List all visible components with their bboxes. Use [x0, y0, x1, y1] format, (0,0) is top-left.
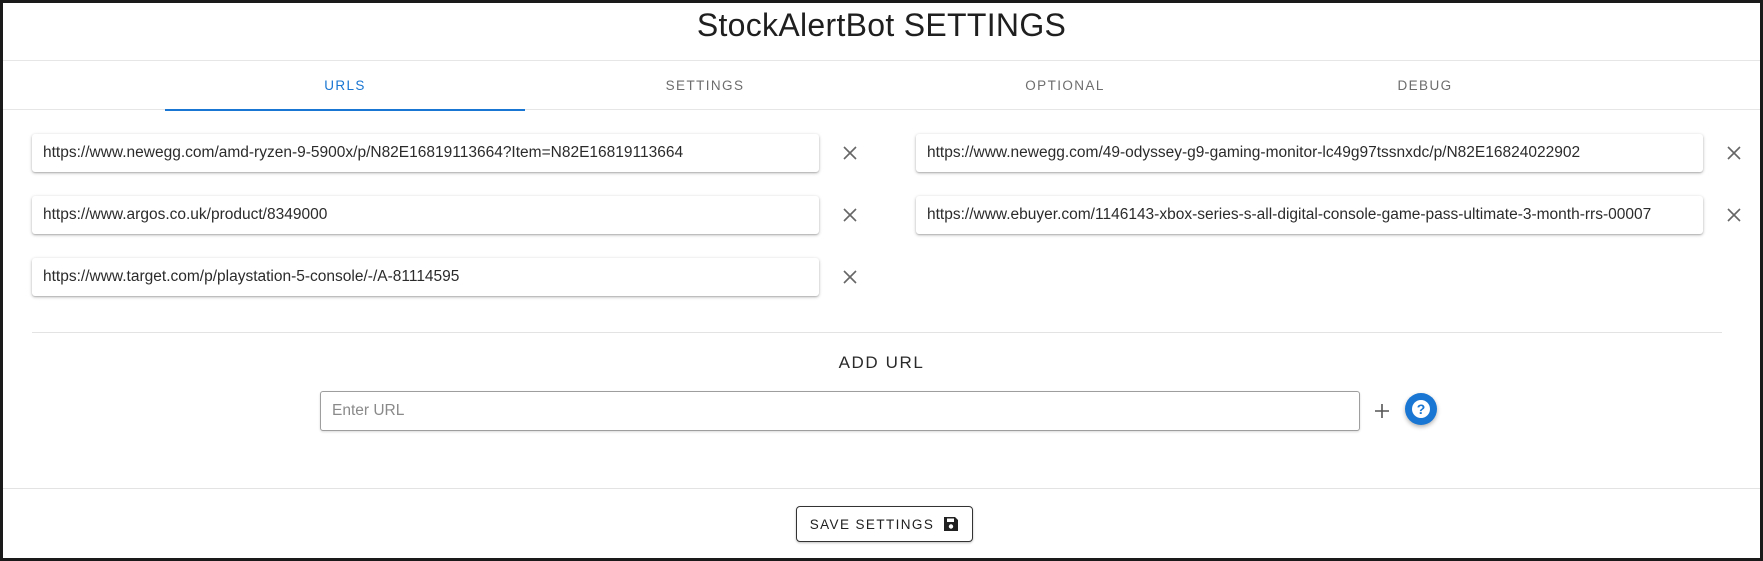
tab-bar: URLS SETTINGS OPTIONAL DEBUG	[3, 60, 1760, 111]
close-icon[interactable]	[840, 267, 860, 287]
tab-debug[interactable]: DEBUG	[1245, 61, 1605, 109]
plus-icon[interactable]	[1370, 399, 1394, 423]
save-settings-button[interactable]: SAVE SETTINGS	[796, 506, 973, 542]
close-icon[interactable]	[840, 143, 860, 163]
url-item-text[interactable]: https://www.newegg.com/49-odyssey-g9-gam…	[916, 134, 1703, 172]
tab-urls[interactable]: URLS	[165, 61, 525, 111]
close-icon[interactable]	[1724, 205, 1744, 225]
url-item-text[interactable]: https://www.target.com/p/playstation-5-c…	[32, 258, 819, 296]
footer-divider	[3, 488, 1760, 489]
url-item-text[interactable]: https://www.argos.co.uk/product/8349000	[32, 196, 819, 234]
tab-settings[interactable]: SETTINGS	[525, 61, 885, 109]
page-title: StockAlertBot SETTINGS	[696, 7, 1067, 43]
tab-optional[interactable]: OPTIONAL	[885, 61, 1245, 109]
close-icon[interactable]	[1724, 143, 1744, 163]
floppy-disk-icon	[944, 517, 959, 531]
help-icon: ?	[1412, 400, 1430, 418]
url-input[interactable]	[320, 391, 1360, 431]
add-url-heading: ADD URL	[838, 353, 925, 372]
url-item-text[interactable]: https://www.newegg.com/amd-ryzen-9-5900x…	[32, 134, 819, 172]
url-item-text[interactable]: https://www.ebuyer.com/1146143-xbox-seri…	[916, 196, 1703, 234]
section-divider	[32, 332, 1722, 333]
save-settings-label: SAVE SETTINGS	[809, 516, 935, 532]
settings-window: StockAlertBot SETTINGS URLS SETTINGS OPT…	[0, 0, 1763, 561]
close-icon[interactable]	[840, 205, 860, 225]
help-button[interactable]: ?	[1405, 393, 1437, 425]
